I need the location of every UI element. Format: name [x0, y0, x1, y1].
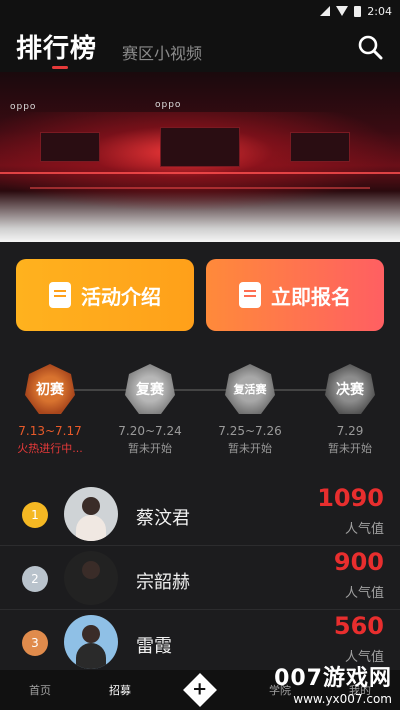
search-icon[interactable] [356, 33, 384, 61]
ranking-list: 1 蔡汶君 1090 人气值 2 宗韶赫 900 人气值 3 雷霞 560 人气… [0, 482, 400, 674]
battery-icon [354, 5, 362, 17]
rank-number: 3 [22, 630, 48, 656]
stage-screen [160, 127, 240, 167]
avatar[interactable] [64, 615, 118, 669]
stage-badge: 复赛 [125, 364, 175, 414]
stage-badge: 初赛 [25, 364, 75, 414]
document-icon [49, 282, 71, 308]
activity-intro-label: 活动介绍 [81, 284, 161, 309]
tab-zone-videos[interactable]: 赛区小视频 [122, 40, 202, 64]
stage-date: 7.29 [336, 424, 364, 438]
popularity-value: 900 [333, 548, 384, 576]
signal-icon [320, 6, 331, 16]
action-cards: 活动介绍 立即报名 [16, 259, 384, 331]
popularity-label: 人气值 [344, 522, 384, 537]
activity-intro-button[interactable]: 活动介绍 [16, 259, 194, 331]
signup-button[interactable]: 立即报名 [206, 259, 384, 331]
tab-home[interactable]: 首页 [0, 682, 80, 698]
stage-screen [290, 132, 350, 162]
wifi-icon [336, 6, 349, 16]
event-banner[interactable]: oppo oppo [0, 72, 400, 242]
edit-form-icon [239, 282, 261, 308]
contestant-name: 宗韶赫 [136, 572, 190, 593]
stage-badge: 复活赛 [225, 364, 275, 414]
page-title: 排行榜 [16, 34, 98, 64]
stage-status: 暂未开始 [328, 442, 372, 455]
site-watermark: 007游戏网 www.yx007.com [242, 660, 392, 706]
stage-final[interactable]: 决赛 7.29 暂未开始 [310, 364, 390, 456]
ranking-row[interactable]: 1 蔡汶君 1090 人气值 [0, 482, 400, 546]
popularity-value: 560 [333, 612, 384, 640]
popularity-label: 人气值 [344, 586, 384, 601]
avatar[interactable] [64, 487, 118, 541]
watermark-url: www.yx007.com [293, 692, 392, 706]
stage-date: 7.13~7.17 [18, 424, 82, 438]
stage-date: 7.25~7.26 [218, 424, 282, 438]
create-button[interactable]: + [160, 673, 240, 707]
signup-label: 立即报名 [271, 284, 351, 309]
stage-revival[interactable]: 复活赛 7.25~7.26 暂未开始 [210, 364, 290, 456]
stage-light-stripe [30, 187, 370, 189]
rank-number: 1 [22, 502, 48, 528]
banner-brand-logo: oppo [10, 102, 37, 112]
plus-icon: + [183, 673, 217, 707]
status-time: 2:04 [367, 4, 392, 18]
popularity-value: 1090 [317, 484, 384, 512]
contestant-name: 雷霞 [136, 636, 172, 657]
stage-screen [40, 132, 100, 162]
ranking-row[interactable]: 2 宗韶赫 900 人气值 [0, 546, 400, 610]
avatar[interactable] [64, 551, 118, 605]
stage-second-round[interactable]: 复赛 7.20~7.24 暂未开始 [110, 364, 190, 456]
rank-number: 2 [22, 566, 48, 592]
stage-light-stripe [0, 172, 400, 174]
competition-stages: 初赛 7.13~7.17 火热进行中... 复赛 7.20~7.24 暂未开始 … [0, 364, 400, 464]
status-bar: 2:04 [0, 0, 400, 22]
stage-preliminary[interactable]: 初赛 7.13~7.17 火热进行中... [10, 364, 90, 456]
banner-brand-logo: oppo [155, 100, 182, 110]
stage-badge: 决赛 [325, 364, 375, 414]
stage-date: 7.20~7.24 [118, 424, 182, 438]
active-tab-indicator [52, 66, 68, 69]
app-header: 排行榜 赛区小视频 [0, 22, 400, 72]
tab-recruit[interactable]: 招募 [80, 682, 160, 698]
stage-status: 暂未开始 [228, 442, 272, 455]
stage-status: 火热进行中... [17, 442, 83, 455]
contestant-name: 蔡汶君 [136, 508, 190, 529]
stage-status: 暂未开始 [128, 442, 172, 455]
watermark-title: 007游戏网 [274, 666, 392, 691]
